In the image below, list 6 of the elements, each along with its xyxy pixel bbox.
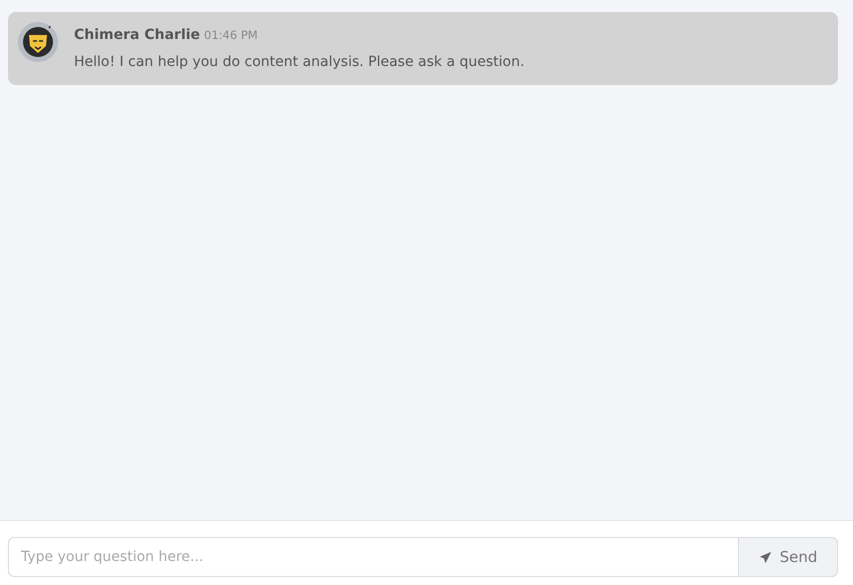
send-icon	[758, 550, 772, 564]
message-text: Hello! I can help you do content analysis. Please ask a question.	[74, 53, 524, 72]
send-button[interactable]: Send	[738, 537, 838, 577]
question-input[interactable]: Type your question here...	[8, 537, 739, 577]
sender-name: Chimera Charlie	[74, 27, 200, 43]
message-time: 01:46 PM	[204, 28, 258, 42]
